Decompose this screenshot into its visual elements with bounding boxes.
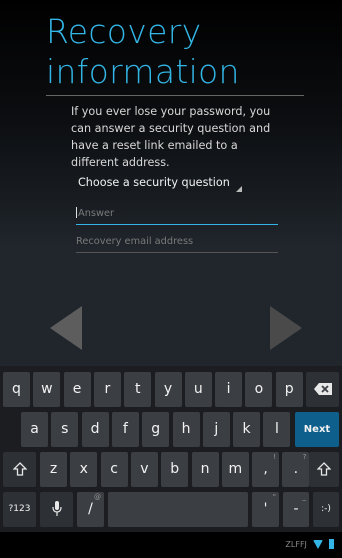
next-arrow-icon[interactable] <box>270 306 302 350</box>
page-title: Recovery information <box>46 12 240 92</box>
title-line-1: Recovery <box>46 12 202 51</box>
key-row1-6[interactable]: u <box>184 372 212 407</box>
key-row1-1[interactable]: w <box>33 372 61 407</box>
battery-icon <box>329 539 334 549</box>
key-row3-0[interactable]: z <box>40 452 67 487</box>
key-row3-1[interactable]: x <box>70 452 98 487</box>
recovery-email-input[interactable]: Recovery email address <box>76 234 278 253</box>
key-row2-2[interactable]: d <box>81 412 109 447</box>
slash-key[interactable]: / @ <box>77 492 104 527</box>
key-row3-3[interactable]: v <box>130 452 158 487</box>
recovery-screen: Recovery information If you ever lose yo… <box>0 0 342 558</box>
key-row1-5[interactable]: y <box>154 372 182 407</box>
key-row1-9[interactable]: p <box>275 372 303 407</box>
key-row1-7[interactable]: i <box>215 372 243 407</box>
key-row3-8[interactable]: .? <box>282 452 310 487</box>
key-row2-4[interactable]: g <box>142 412 170 447</box>
description-text: If you ever lose your password, you can … <box>71 105 271 169</box>
wifi-icon <box>313 540 324 549</box>
key-row3-2[interactable]: c <box>100 452 128 487</box>
status-bar: ZLFFJ <box>0 532 342 558</box>
microphone-key[interactable] <box>40 492 73 527</box>
apostrophe-key[interactable]: ' " <box>252 492 279 527</box>
shift-icon <box>11 462 28 476</box>
key-row2-7[interactable]: k <box>233 412 261 447</box>
space-key[interactable] <box>108 492 248 527</box>
backspace-key[interactable] <box>306 372 339 407</box>
key-row2-3[interactable]: f <box>111 412 139 447</box>
key-row3-5[interactable]: n <box>191 452 219 487</box>
key-row1-2[interactable]: e <box>63 372 91 407</box>
microphone-icon <box>51 501 62 516</box>
backspace-icon <box>313 383 332 395</box>
symbols-key[interactable]: ?123 <box>3 492 36 527</box>
dropdown-arrow-icon <box>236 186 242 192</box>
key-row1-3[interactable]: r <box>93 372 121 407</box>
key-row2-0[interactable]: a <box>21 412 48 447</box>
answer-input[interactable]: Answer <box>76 206 278 225</box>
email-placeholder: Recovery email address <box>76 236 194 247</box>
security-question-dropdown[interactable]: Choose a security question <box>78 170 246 196</box>
answer-placeholder: Answer <box>78 208 115 219</box>
shift-key-left[interactable] <box>3 452 36 487</box>
key-row3-6[interactable]: m <box>221 452 249 487</box>
key-row1-4[interactable]: t <box>124 372 152 407</box>
key-row2-6[interactable]: j <box>202 412 230 447</box>
key-row3-4[interactable]: b <box>161 452 189 487</box>
key-row1-8[interactable]: o <box>245 372 273 407</box>
shift-icon <box>316 462 332 476</box>
title-divider <box>46 95 304 96</box>
dash-key[interactable]: - _ <box>283 492 309 527</box>
key-row1-0[interactable]: q <box>3 372 30 407</box>
key-row2-1[interactable]: s <box>51 412 79 447</box>
title-line-2: information <box>46 52 240 91</box>
status-area: ZLFFJ <box>285 539 334 551</box>
keyboard: qwertyuiop asdfghjkl Next z x c v b n m,!.? ?1… <box>0 366 342 532</box>
status-text: ZLFFJ <box>285 540 307 549</box>
key-row2-8[interactable]: l <box>263 412 291 447</box>
back-arrow-icon[interactable] <box>50 306 82 350</box>
text-cursor <box>76 207 77 218</box>
security-question-label: Choose a security question <box>78 176 230 189</box>
key-row3-7[interactable]: ,! <box>252 452 280 487</box>
key-row2-5[interactable]: h <box>172 412 200 447</box>
next-key[interactable]: Next <box>295 412 339 447</box>
shift-key-right[interactable] <box>309 452 339 487</box>
smiley-key[interactable]: :-) <box>313 492 339 527</box>
